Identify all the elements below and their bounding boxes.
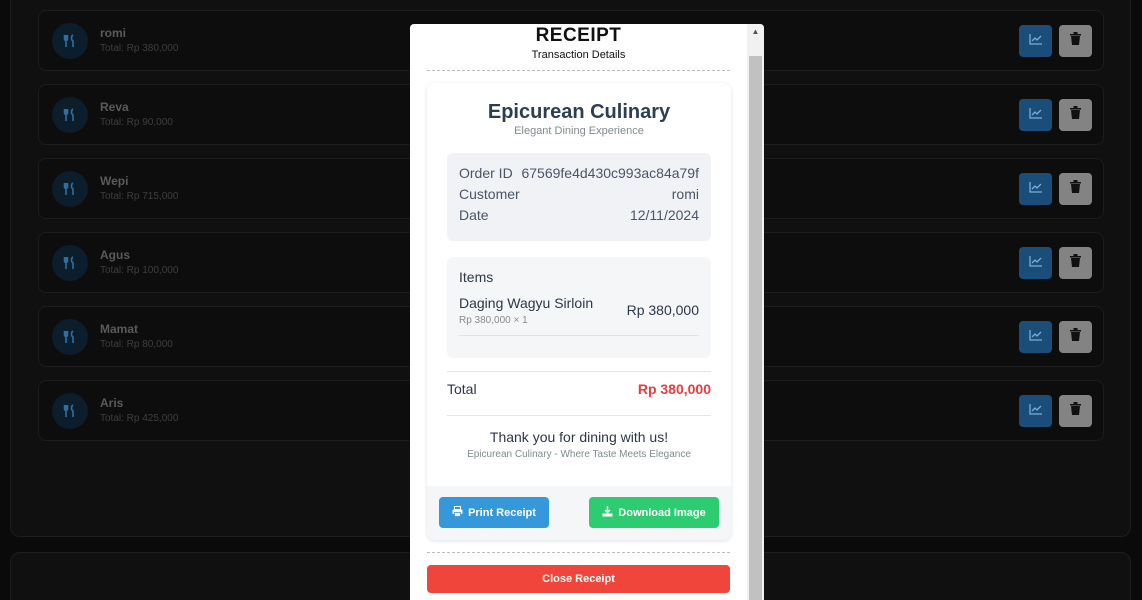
- divider: [447, 415, 711, 416]
- item-divider: [459, 335, 699, 336]
- customer-label: Customer: [459, 186, 520, 202]
- receipt-body: Epicurean Culinary Elegant Dining Experi…: [427, 83, 731, 486]
- receipt-footer: Epicurean Culinary - Where Taste Meets E…: [467, 449, 691, 460]
- download-image-label: Download Image: [618, 506, 706, 519]
- order-id-label: Order ID: [459, 165, 513, 181]
- printer-icon: [452, 505, 463, 520]
- modal-title: RECEIPT: [535, 25, 622, 46]
- item-name: Daging Wagyu Sirloin: [459, 295, 594, 311]
- item-price: Rp 380,000: [626, 302, 699, 318]
- total-value: Rp 380,000: [637, 381, 711, 397]
- total-label: Total: [447, 381, 477, 397]
- item-detail: Rp 380,000 × 1: [459, 315, 528, 326]
- download-image-button[interactable]: Download Image: [589, 497, 719, 528]
- divider: [427, 552, 730, 553]
- thank-you-message: Thank you for dining with us!: [489, 429, 669, 445]
- download-icon: [602, 505, 613, 520]
- order-info: Order ID 67569fe4d430c993ac84a79f Custom…: [447, 153, 711, 241]
- order-id-value: 67569fe4d430c993ac84a79f: [521, 165, 699, 181]
- date-value: 12/11/2024: [629, 207, 699, 223]
- restaurant-tagline: Elegant Dining Experience: [514, 125, 644, 137]
- date-label: Date: [459, 207, 489, 223]
- receipt-modal: RECEIPT Transaction Details Epicurean Cu…: [410, 24, 764, 600]
- modal-scrollbar[interactable]: ▲: [747, 24, 764, 600]
- receipt-card: Epicurean Culinary Elegant Dining Experi…: [427, 83, 731, 540]
- scrollbar-thumb[interactable]: [749, 56, 762, 600]
- items-heading: Items: [459, 269, 494, 285]
- print-receipt-button[interactable]: Print Receipt: [439, 497, 549, 528]
- items-section: Items Daging Wagyu Sirloin Rp 380,000 × …: [447, 257, 711, 358]
- divider: [427, 70, 730, 71]
- close-receipt-button[interactable]: Close Receipt: [427, 565, 730, 593]
- restaurant-name: Epicurean Culinary: [487, 101, 671, 123]
- divider: [447, 371, 711, 372]
- modal-subtitle: Transaction Details: [531, 49, 626, 61]
- chevron-up-icon[interactable]: ▲: [747, 27, 764, 36]
- customer-value: romi: [671, 186, 699, 202]
- print-receipt-label: Print Receipt: [468, 506, 536, 519]
